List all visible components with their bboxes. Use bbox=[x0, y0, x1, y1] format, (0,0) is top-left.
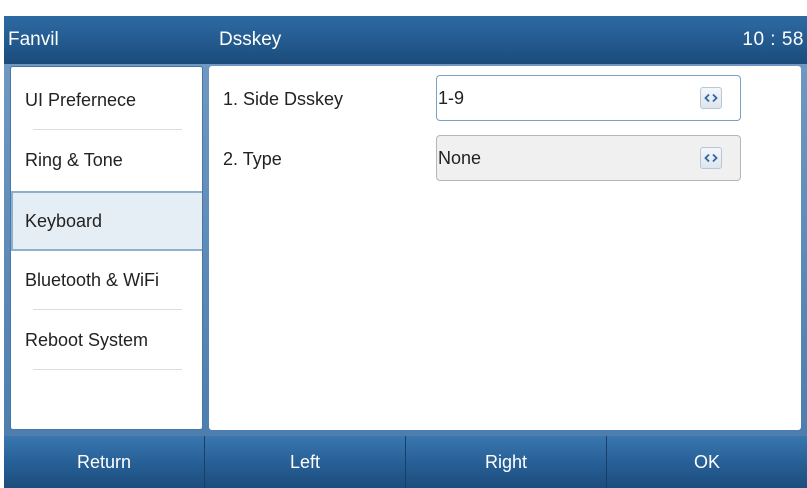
settings-panel: 1. Side Dsskey 1-9 2. Type None bbox=[209, 66, 801, 430]
sidebar-item-bluetooth-wifi[interactable]: Bluetooth & WiFi bbox=[11, 250, 202, 310]
type-select[interactable]: None bbox=[436, 135, 741, 181]
page-title: Dsskey bbox=[219, 29, 282, 50]
ok-button[interactable]: OK bbox=[607, 436, 807, 488]
phone-screen: Fanvil Dsskey 10 : 58 UI Prefernece Ring… bbox=[0, 0, 807, 488]
softkey-label: Return bbox=[76, 452, 132, 472]
softkey-label: Right bbox=[484, 452, 528, 472]
left-button[interactable]: Left bbox=[205, 436, 406, 488]
brand-label: Fanvil bbox=[8, 29, 59, 50]
field-value: None bbox=[438, 148, 482, 168]
softkey-label: OK bbox=[693, 452, 720, 472]
sidebar-item-keyboard[interactable]: Keyboard bbox=[11, 191, 202, 251]
setting-label: 1. Side Dsskey bbox=[223, 89, 344, 109]
content-frame: UI Prefernece Ring & Tone Keyboard Bluet… bbox=[4, 64, 807, 436]
return-button[interactable]: Return bbox=[4, 436, 205, 488]
setting-label: 2. Type bbox=[223, 149, 282, 169]
settings-menu: UI Prefernece Ring & Tone Keyboard Bluet… bbox=[10, 66, 203, 430]
divider bbox=[33, 369, 182, 370]
setting-row-side-dsskey: 1. Side Dsskey 1-9 bbox=[209, 75, 801, 123]
side-dsskey-select[interactable]: 1-9 bbox=[436, 75, 741, 121]
softkey-bar: Return Left Right OK bbox=[4, 436, 807, 488]
setting-row-type: 2. Type None bbox=[209, 135, 801, 183]
clock: 10 : 58 bbox=[742, 29, 804, 50]
left-right-arrows-icon[interactable] bbox=[700, 87, 722, 109]
left-right-arrows-icon[interactable] bbox=[700, 147, 722, 169]
right-button[interactable]: Right bbox=[406, 436, 607, 488]
softkey-label: Left bbox=[289, 452, 321, 472]
sidebar-item-label: Ring & Tone bbox=[25, 150, 123, 170]
sidebar-item-reboot-system[interactable]: Reboot System bbox=[11, 310, 202, 370]
sidebar-item-label: Bluetooth & WiFi bbox=[25, 270, 160, 290]
sidebar-item-ring-tone[interactable]: Ring & Tone bbox=[11, 130, 202, 190]
title-bar: Fanvil Dsskey 10 : 58 bbox=[4, 16, 807, 64]
sidebar-item-label: UI Prefernece bbox=[25, 90, 137, 110]
sidebar-item-label: Keyboard bbox=[25, 211, 103, 231]
field-value: 1-9 bbox=[438, 88, 465, 108]
sidebar-item-label: Reboot System bbox=[25, 330, 149, 350]
sidebar-item-ui-preference[interactable]: UI Prefernece bbox=[11, 70, 202, 130]
